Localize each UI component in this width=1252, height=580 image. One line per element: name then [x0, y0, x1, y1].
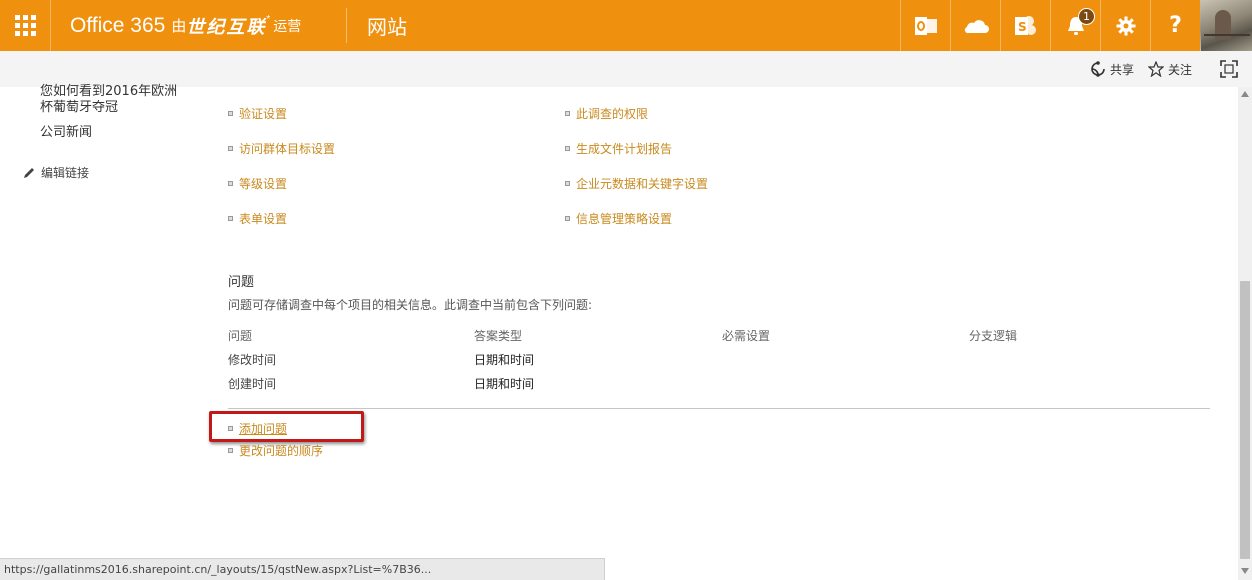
setting-link-label: 等级设置: [239, 177, 288, 191]
bullet-icon: [228, 181, 233, 186]
questions-description: 问题可存储调查中每个项目的相关信息。此调查中当前包含下列问题:: [228, 298, 593, 312]
pencil-icon: [24, 167, 34, 178]
setting-link-metadata[interactable]: 企业元数据和关键字设置: [565, 175, 708, 192]
brand-logo[interactable]: Office 365 由 世纪互联 * 运营: [70, 0, 301, 51]
share-button[interactable]: 共享: [1090, 61, 1134, 78]
setting-link-permissions[interactable]: 此调查的权限: [565, 105, 648, 122]
setting-link-policy[interactable]: 信息管理策略设置: [565, 210, 672, 227]
site-name[interactable]: 网站: [367, 0, 407, 51]
bullet-icon: [565, 181, 570, 186]
setting-link-audience[interactable]: 访问群体目标设置: [228, 140, 335, 157]
chevron-down-icon: [1241, 568, 1249, 574]
bullet-icon: [565, 111, 570, 116]
suite-bar-divider: [346, 8, 347, 43]
page-actions: 共享 关注: [1076, 51, 1242, 87]
setting-link-label: 生成文件计划报告: [576, 142, 673, 156]
page-action-bar: 共享 关注: [0, 51, 1252, 87]
onedrive-icon: [964, 19, 989, 33]
reorder-questions-link[interactable]: 更改问题的顺序: [228, 442, 323, 459]
scrollbar-thumb[interactable]: [1240, 281, 1250, 559]
avatar-rail: [1204, 34, 1250, 36]
question-type-created: 日期和时间: [474, 377, 535, 391]
star-icon: [1147, 61, 1164, 77]
notification-badge: 1: [1078, 8, 1095, 25]
focus-icon: [1220, 60, 1238, 78]
user-avatar[interactable]: [1200, 0, 1252, 51]
brand-star: *: [266, 14, 271, 25]
setting-link-label: 企业元数据和关键字设置: [576, 177, 709, 191]
app-launcher-icon: [14, 15, 36, 36]
setting-link-label: 访问群体目标设置: [239, 142, 336, 156]
notifications-button[interactable]: 1: [1050, 0, 1100, 51]
nav-link-euro-cup[interactable]: 您如何看到2016年欧洲 杯葡萄牙夺冠: [40, 84, 177, 116]
help-icon: ?: [1169, 13, 1182, 38]
column-header-question: 问题: [228, 329, 253, 343]
column-header-required: 必需设置: [722, 329, 771, 343]
nav-link-line2: 杯葡萄牙夺冠: [40, 100, 119, 115]
nav-link-line1: 您如何看到2016年欧洲: [40, 84, 178, 99]
question-name-created[interactable]: 创建时间: [228, 375, 276, 392]
outlook-icon: [914, 16, 937, 35]
sharepoint-icon: S: [1014, 15, 1036, 35]
edit-links-label: 编辑链接: [41, 166, 90, 180]
setting-link-forms[interactable]: 表单设置: [228, 210, 287, 227]
column-header-branching: 分支逻辑: [969, 329, 1018, 343]
setting-link-label: 验证设置: [239, 107, 288, 121]
status-bar-url: https://gallatinms2016.sharepoint.cn/_la…: [0, 558, 605, 580]
gear-icon: [1116, 16, 1135, 35]
questions-divider: [228, 408, 1210, 409]
bullet-icon: [228, 111, 233, 116]
bullet-icon: [228, 426, 233, 431]
bullet-icon: [565, 146, 570, 151]
bullet-icon: [228, 216, 233, 221]
brand-operated: 运营: [273, 17, 302, 34]
brand-main: Office 365: [70, 13, 166, 37]
sharepoint-button[interactable]: S: [1000, 0, 1050, 51]
svg-text:S: S: [1018, 20, 1027, 34]
share-icon: [1091, 61, 1105, 77]
question-name-modified[interactable]: 修改时间: [228, 351, 276, 368]
chevron-up-icon: [1241, 91, 1249, 97]
app-launcher-button[interactable]: [0, 0, 51, 51]
setting-link-label: 信息管理策略设置: [576, 212, 673, 226]
setting-link-file-plan[interactable]: 生成文件计划报告: [565, 140, 672, 157]
suite-bar: Office 365 由 世纪互联 * 运营 网站 S 1 ?: [0, 0, 1252, 51]
help-button[interactable]: ?: [1150, 0, 1200, 51]
question-type-modified: 日期和时间: [474, 353, 535, 367]
bullet-icon: [228, 448, 233, 453]
scroll-down-arrow[interactable]: [1238, 564, 1252, 578]
questions-title: 问题: [228, 275, 255, 290]
edit-links-button[interactable]: 编辑链接: [22, 164, 89, 181]
follow-button[interactable]: 关注: [1147, 61, 1192, 78]
setting-link-validation[interactable]: 验证设置: [228, 105, 287, 122]
scroll-up-arrow[interactable]: [1238, 87, 1252, 101]
bullet-icon: [565, 216, 570, 221]
reorder-questions-label: 更改问题的顺序: [239, 444, 324, 458]
add-question-label: 添加问题: [239, 422, 288, 436]
settings-button[interactable]: [1100, 0, 1150, 51]
brand-by: 由: [171, 18, 187, 35]
bullet-icon: [228, 146, 233, 151]
vertical-scrollbar[interactable]: [1238, 87, 1252, 580]
setting-link-label: 此调查的权限: [576, 107, 649, 121]
setting-link-rating[interactable]: 等级设置: [228, 175, 287, 192]
outlook-button[interactable]: [900, 0, 950, 51]
add-question-link[interactable]: 添加问题: [228, 420, 287, 437]
follow-label: 关注: [1167, 62, 1192, 77]
share-label: 共享: [1109, 62, 1134, 77]
nav-link-company-news[interactable]: 公司新闻: [40, 125, 92, 141]
onedrive-button[interactable]: [950, 0, 1000, 51]
setting-link-label: 表单设置: [239, 212, 288, 226]
brand-partner: 世纪互联: [186, 16, 267, 37]
focus-mode-button[interactable]: [1220, 60, 1242, 78]
column-header-answer-type: 答案类型: [474, 329, 523, 343]
suite-bar-icons: S 1 ?: [900, 0, 1200, 51]
